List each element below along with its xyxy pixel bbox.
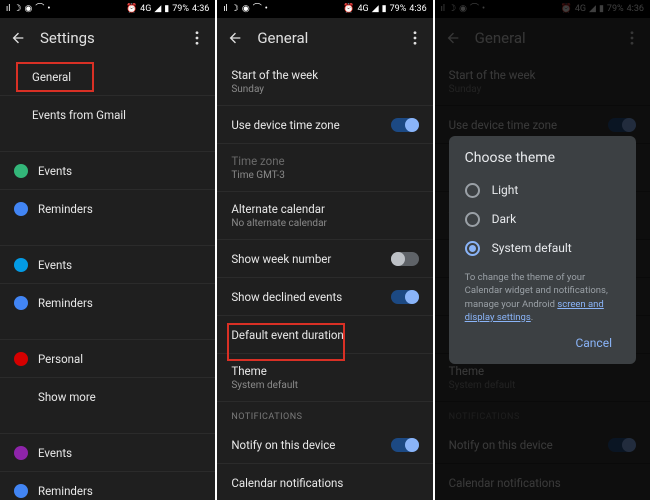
status-icon: ◉ — [25, 5, 33, 14]
row-events-2[interactable]: Events — [0, 246, 215, 284]
row-events-1[interactable]: Events — [0, 152, 215, 190]
row-start-week[interactable]: Start of the weekSunday — [217, 58, 432, 106]
row-reminders-2[interactable]: Reminders — [0, 284, 215, 322]
color-dot-icon — [14, 202, 28, 216]
signal-bars-icon: ◢ — [154, 5, 161, 14]
toggle-device-tz[interactable] — [391, 118, 419, 132]
radio-label: Light — [492, 183, 519, 197]
screen-settings: ıl ☽ ◉ ⌒ • ⏰ 4G ◢ ▮ 79% 4:36 Settings — [0, 0, 215, 500]
back-icon[interactable] — [227, 30, 243, 46]
app-bar: Settings — [0, 18, 215, 58]
radio-light[interactable]: Light — [465, 176, 620, 205]
radio-icon — [465, 212, 480, 227]
radio-icon — [465, 183, 480, 198]
row-theme[interactable]: ThemeSystem default — [217, 354, 432, 402]
row-calendar-notifications[interactable]: Calendar notifications — [217, 464, 432, 500]
row-reminders-1[interactable]: Reminders — [0, 190, 215, 228]
radio-icon — [465, 241, 480, 256]
row-week-number[interactable]: Show week number — [217, 240, 432, 278]
row-events-gmail[interactable]: Events from Gmail — [0, 96, 215, 134]
app-bar: General — [217, 18, 432, 58]
alarm-icon: ⏰ — [126, 5, 137, 14]
battery-icon: ▮ — [164, 5, 169, 14]
settings-list: General Events from Gmail Events Reminde… — [0, 58, 215, 500]
signal-icon: 4G — [140, 5, 151, 14]
row-show-more[interactable]: Show more — [0, 378, 215, 416]
status-icon: ıl — [6, 5, 10, 14]
page-title: General — [257, 29, 392, 47]
dialog-note: To change the theme of your Calendar wid… — [465, 271, 620, 324]
screen-general: ıl☽◉⌒• ⏰4G◢▮79%4:36 General Start of the… — [217, 0, 432, 500]
row-alt-calendar[interactable]: Alternate calendarNo alternate calendar — [217, 192, 432, 240]
row-declined[interactable]: Show declined events — [217, 278, 432, 316]
row-default-duration[interactable]: Default event duration — [217, 316, 432, 354]
theme-dialog: Choose theme Light Dark System default T… — [449, 136, 636, 364]
color-dot-icon — [14, 352, 28, 366]
toggle-notify-device[interactable] — [391, 438, 419, 452]
general-list: Start of the weekSunday Use device time … — [217, 58, 432, 500]
toggle-week-number[interactable] — [391, 252, 419, 266]
color-dot-icon — [14, 164, 28, 178]
cancel-button[interactable]: Cancel — [567, 330, 620, 356]
screen-theme-dialog: ıl☽◉⌒• ⏰4G◢▮79%4:36 General Start of the… — [435, 0, 650, 500]
dialog-overlay[interactable]: Choose theme Light Dark System default T… — [435, 0, 650, 500]
page-title: Settings — [40, 29, 175, 47]
clock-text: 4:36 — [192, 4, 209, 14]
status-bar: ıl ☽ ◉ ⌒ • ⏰ 4G ◢ ▮ 79% 4:36 — [0, 0, 215, 18]
dialog-title: Choose theme — [465, 150, 620, 166]
dot-icon: • — [47, 5, 50, 14]
radio-system-default[interactable]: System default — [465, 234, 620, 263]
radio-label: Dark — [492, 212, 517, 226]
radio-dark[interactable]: Dark — [465, 205, 620, 234]
color-dot-icon — [14, 484, 28, 498]
status-bar: ıl☽◉⌒• ⏰4G◢▮79%4:36 — [217, 0, 432, 18]
back-icon[interactable] — [10, 30, 26, 46]
section-notifications: NOTIFICATIONS — [217, 402, 432, 426]
battery-text: 79% — [172, 4, 189, 14]
row-reminders-3[interactable]: Reminders — [0, 472, 215, 500]
row-general[interactable]: General — [0, 58, 215, 96]
moon-icon: ☽ — [13, 5, 21, 14]
color-dot-icon — [14, 446, 28, 460]
toggle-declined[interactable] — [391, 290, 419, 304]
row-timezone: Time zoneTime GMT-3 — [217, 144, 432, 192]
color-dot-icon — [14, 296, 28, 310]
status-icon: ⌒ — [35, 5, 44, 14]
row-device-tz[interactable]: Use device time zone — [217, 106, 432, 144]
row-notify-device[interactable]: Notify on this device — [217, 426, 432, 464]
more-icon[interactable] — [407, 30, 423, 46]
row-personal[interactable]: Personal — [0, 340, 215, 378]
row-events-3[interactable]: Events — [0, 434, 215, 472]
color-dot-icon — [14, 258, 28, 272]
more-icon[interactable] — [189, 30, 205, 46]
radio-label: System default — [492, 241, 572, 255]
